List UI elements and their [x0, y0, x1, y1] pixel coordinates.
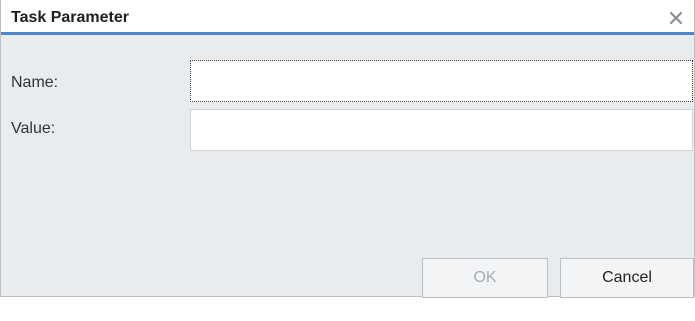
name-label: Name: — [11, 74, 59, 91]
name-input[interactable] — [190, 60, 693, 102]
dialog-title: Task Parameter — [11, 9, 129, 26]
close-icon[interactable] — [666, 7, 686, 27]
value-label: Value: — [11, 120, 56, 137]
ok-button[interactable]: OK — [422, 258, 548, 298]
dialog-titlebar: Task Parameter — [1, 0, 694, 35]
value-input[interactable] — [190, 109, 693, 151]
task-parameter-dialog: Task Parameter Name: Value: OK Cancel — [0, 0, 695, 298]
cancel-button[interactable]: Cancel — [560, 258, 694, 298]
